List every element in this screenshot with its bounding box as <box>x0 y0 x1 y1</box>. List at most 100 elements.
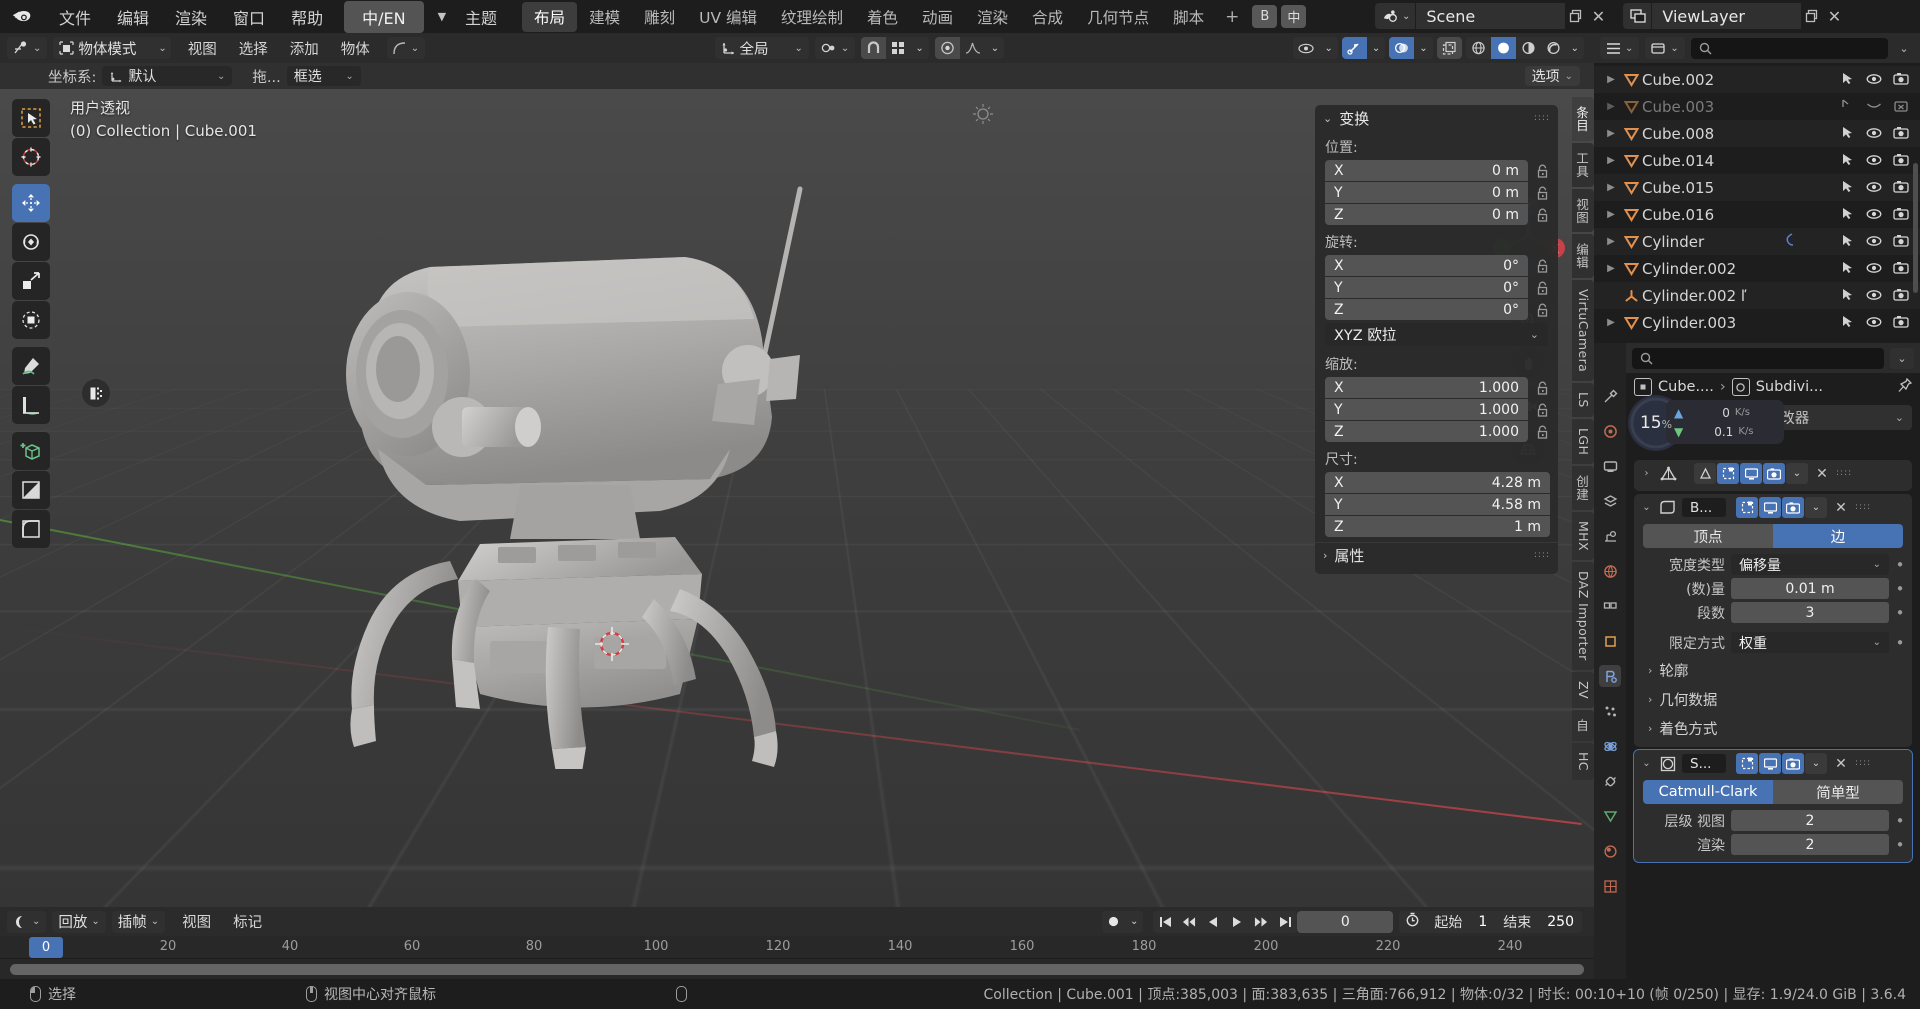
pin-icon[interactable] <box>1898 377 1913 397</box>
solid-shading-icon[interactable] <box>1490 37 1516 59</box>
playhead[interactable]: 0 <box>29 937 63 958</box>
add-workspace-button[interactable]: + <box>1216 7 1248 27</box>
animate-property-icon[interactable]: • <box>1895 556 1905 574</box>
drag-dropdown[interactable]: 框选 ⌄ <box>286 66 361 86</box>
annotate-tool[interactable] <box>12 347 50 385</box>
timeline-menu-keying[interactable]: 插帧 ⌄ <box>111 910 166 933</box>
selectable-icon[interactable] <box>1841 260 1855 278</box>
sidebar-tab-item[interactable]: 条目 <box>1572 97 1594 141</box>
play-button[interactable] <box>1225 911 1249 933</box>
snap-chevron-icon[interactable]: ⌄ <box>910 37 928 59</box>
camera-icon[interactable] <box>1893 125 1909 143</box>
wireframe-shading-icon[interactable] <box>1466 37 1491 59</box>
selectable-icon[interactable] <box>1841 287 1855 305</box>
sidebar-tab-tool[interactable]: 工具 <box>1572 142 1594 187</box>
lock-position-y-icon[interactable] <box>1534 186 1550 200</box>
outliner-row-cylinder002[interactable]: ▶ Cylinder.002 <box>1594 255 1920 282</box>
lock-scale-z-icon[interactable] <box>1534 425 1550 439</box>
delete-scene-icon[interactable]: ✕ <box>1587 4 1609 28</box>
eye-icon[interactable] <box>1866 71 1882 89</box>
workspace-tab-shading[interactable]: 着色 <box>855 2 910 32</box>
menu-edit[interactable]: 编辑 <box>104 3 162 31</box>
sidebar-tab-hc[interactable]: HC <box>1572 742 1594 780</box>
current-frame-field[interactable]: 0 <box>1297 910 1394 933</box>
edit-mode-toggle[interactable] <box>1694 463 1716 484</box>
scene-name-field[interactable]: Scene <box>1415 3 1566 29</box>
snap-target-icon[interactable] <box>886 37 910 59</box>
camera-icon[interactable] <box>1893 179 1909 197</box>
falloff-icon[interactable]: ⌄ <box>386 37 426 59</box>
rotate-tool[interactable] <box>12 223 50 261</box>
workspace-tab-compositing[interactable]: 合成 <box>1020 2 1075 32</box>
delete-modifier-button[interactable]: ✕ <box>1812 466 1832 482</box>
rotation-mode-dropdown[interactable]: XYZ 欧拉 ⌄ <box>1325 323 1548 346</box>
camera-icon[interactable] <box>1893 314 1909 332</box>
selectable-off-icon[interactable] <box>1841 98 1855 116</box>
visibility-chevron-icon[interactable]: ⌄ <box>1319 37 1337 59</box>
object-mode-dropdown[interactable]: 物体模式 ⌄ <box>53 37 171 59</box>
breadcrumb-object-label[interactable]: Cube.... <box>1658 379 1714 395</box>
workspace-tab-animation[interactable]: 动画 <box>910 2 965 32</box>
workspace-tab-scripting[interactable]: 脚本 <box>1161 2 1216 32</box>
xray-toggle-icon[interactable] <box>1436 37 1462 59</box>
modifier-header[interactable]: ⌄ S... ⌄ ✕ :::: <box>1634 750 1912 777</box>
subsurf-render-field[interactable]: 2 <box>1731 834 1889 855</box>
subsurf-levels-field[interactable]: 2 <box>1731 810 1889 831</box>
properties-drag-handle[interactable]: :::: <box>1534 551 1550 560</box>
modifier-properties-tab[interactable] <box>1599 665 1621 687</box>
auto-range-icon[interactable] <box>1399 912 1426 931</box>
on-cage-toggle[interactable] <box>1736 497 1758 518</box>
bevel-mode-edge[interactable]: 边 <box>1773 524 1903 548</box>
measure-tool[interactable] <box>12 386 50 424</box>
on-cage-toggle[interactable] <box>1717 463 1739 484</box>
bevel-limit-dropdown[interactable]: 权重 ⌄ <box>1731 632 1889 653</box>
object-data-properties-tab[interactable] <box>1599 805 1621 827</box>
menu-help[interactable]: 帮助 <box>278 3 336 31</box>
scene-browse-icon[interactable]: ⌄ <box>1375 3 1416 29</box>
scale-y-field[interactable]: Y 1.000 <box>1325 399 1528 420</box>
output-properties-tab[interactable] <box>1599 455 1621 477</box>
vp-menu-object[interactable]: 物体 <box>330 38 381 59</box>
jump-to-end-button[interactable] <box>1273 911 1297 933</box>
bevel-geometry-section[interactable]: › 几何数据 <box>1634 685 1912 714</box>
modifier-header[interactable]: › ⌄ ✕ :::: <box>1634 460 1912 487</box>
cursor-tool[interactable] <box>12 138 50 176</box>
animate-property-icon[interactable]: • <box>1895 812 1905 830</box>
render-display-toggle[interactable] <box>1782 497 1804 518</box>
camera-icon[interactable] <box>1893 260 1909 278</box>
modifier-header[interactable]: ⌄ B... ⌄ ✕ :::: <box>1634 494 1912 521</box>
orientation-dropdown[interactable]: 默认 ⌄ <box>102 66 233 86</box>
start-frame-value[interactable]: 1 <box>1470 914 1495 930</box>
scene-properties-tab[interactable] <box>1599 525 1621 547</box>
workspace-tab-rendering[interactable]: 渲染 <box>965 2 1020 32</box>
workspace-tab-layout[interactable]: 布局 <box>522 1 578 32</box>
transform-panel-header[interactable]: ⌄ 变换 :::: <box>1315 105 1558 131</box>
chevron-down-icon[interactable]: ⌄ <box>1639 758 1654 769</box>
rotation-y-field[interactable]: Y 0° <box>1325 277 1528 298</box>
chevron-down-icon[interactable]: ⌄ <box>1639 502 1654 513</box>
animate-property-icon[interactable]: • <box>1895 580 1905 598</box>
badge-b-icon[interactable]: B <box>1252 5 1278 28</box>
selectable-icon[interactable] <box>1841 206 1855 224</box>
dimension-z-field[interactable]: Z 1 m <box>1325 516 1550 537</box>
outliner-row-cube014[interactable]: ▶ Cube.014 <box>1594 147 1920 174</box>
eye-icon[interactable] <box>1866 260 1882 278</box>
timeline-menu-view[interactable]: 视图 <box>171 911 222 932</box>
panel-drag-handle[interactable]: :::: <box>1534 113 1550 122</box>
blender-logo-icon[interactable] <box>0 7 46 26</box>
modifier-extras-dropdown[interactable]: ⌄ <box>1786 463 1808 484</box>
bevel-profile-section[interactable]: › 轮廓 <box>1634 656 1912 685</box>
modifier-name-field[interactable]: B... <box>1682 498 1726 517</box>
object-properties-tab[interactable] <box>1599 630 1621 652</box>
eye-icon[interactable] <box>1866 287 1882 305</box>
scene-field[interactable]: ⌄ Scene <box>1375 3 1566 29</box>
lock-scale-y-icon[interactable] <box>1534 403 1550 417</box>
subsurf-type-catmull[interactable]: Catmull-Clark <box>1643 780 1773 804</box>
outliner-row-cube015[interactable]: ▶ Cube.015 <box>1594 174 1920 201</box>
material-shading-icon[interactable] <box>1516 37 1541 59</box>
badge-chinese-icon[interactable]: 中 <box>1281 5 1307 28</box>
selectable-icon[interactable] <box>1841 71 1855 89</box>
modifier-extras-dropdown[interactable]: ⌄ <box>1805 753 1827 774</box>
workspace-tab-sculpting[interactable]: 雕刻 <box>632 2 687 32</box>
menu-render[interactable]: 渲染 <box>162 3 220 31</box>
